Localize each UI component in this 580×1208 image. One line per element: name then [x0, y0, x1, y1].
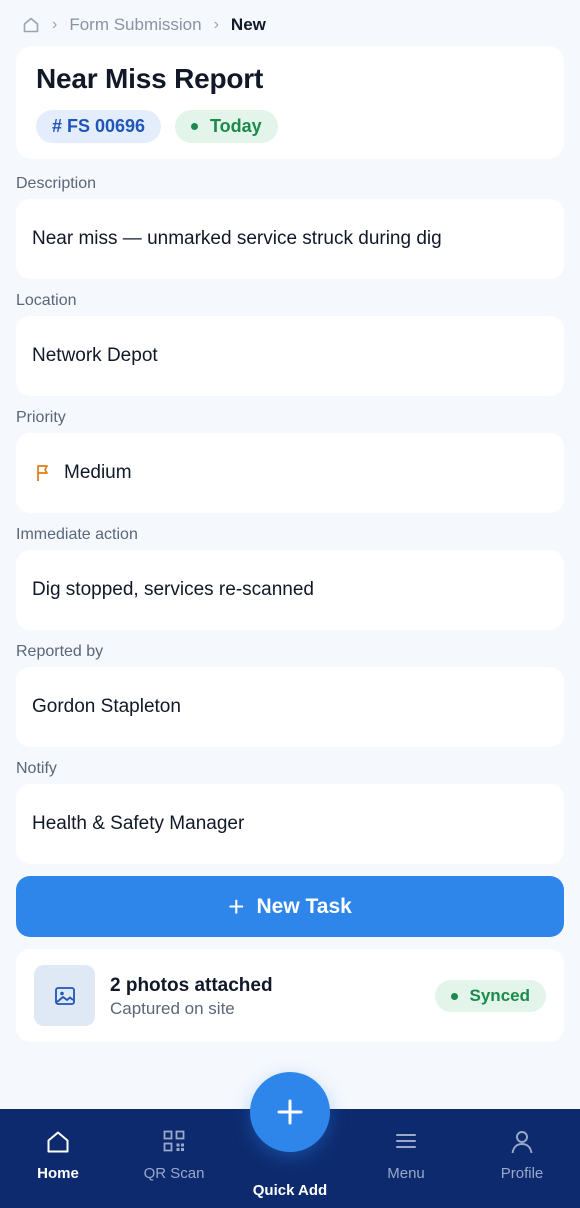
location-value: Network Depot — [32, 345, 158, 366]
description-value: Near miss — unmarked service struck duri… — [32, 228, 442, 249]
reported-by-label: Reported by — [16, 643, 104, 660]
nav-profile-label: Profile — [500, 1165, 544, 1182]
plus-icon: + — [228, 890, 245, 922]
status-dot-icon — [191, 123, 198, 130]
location-label: Location — [16, 292, 77, 309]
menu-icon — [361, 1129, 451, 1155]
new-task-label: New Task — [256, 894, 352, 918]
notify-label: Notify — [16, 760, 57, 777]
report-header-card: Near Miss Report # FS 00696 Today — [16, 46, 564, 159]
location-field[interactable]: Network Depot — [16, 316, 564, 396]
flag-icon — [36, 464, 50, 482]
reported-by-field[interactable]: Gordon Stapleton — [16, 667, 564, 747]
home-icon — [13, 1129, 103, 1155]
immediate-action-field[interactable]: Dig stopped, services re-scanned — [16, 550, 564, 630]
nav-menu[interactable]: Menu — [361, 1129, 451, 1182]
profile-icon — [477, 1129, 567, 1155]
nav-qr-scan[interactable]: QR Scan — [129, 1129, 219, 1182]
photos-card[interactable]: 2 photos attached Captured on site Synce… — [16, 949, 564, 1042]
nav-home-label: Home — [37, 1165, 79, 1182]
chevron-right-icon: › — [213, 16, 219, 33]
photos-subtitle: Captured on site — [110, 999, 235, 1018]
nav-profile[interactable]: Profile — [477, 1129, 567, 1182]
breadcrumb-current: New — [230, 15, 266, 34]
qr-icon — [129, 1129, 219, 1155]
notify-field[interactable]: Health & Safety Manager — [16, 784, 564, 864]
home-icon[interactable] — [22, 16, 40, 34]
nav-home[interactable]: Home — [13, 1129, 103, 1182]
date-badge-label: Today — [210, 116, 262, 136]
photos-title: 2 photos attached — [110, 975, 273, 996]
status-dot-icon — [450, 992, 458, 1000]
new-task-button[interactable]: + New Task — [16, 876, 564, 937]
sync-status-label: Synced — [469, 986, 530, 1005]
page-title: Near Miss Report — [36, 63, 264, 94]
quick-add-label: Quick Add — [252, 1182, 328, 1199]
nav-menu-label: Menu — [387, 1165, 425, 1182]
chevron-right-icon: › — [52, 16, 58, 33]
sync-status-badge: Synced — [434, 980, 546, 1012]
immediate-action-label: Immediate action — [16, 526, 138, 543]
quick-add-button[interactable] — [250, 1072, 330, 1152]
priority-field[interactable]: Medium — [16, 433, 564, 513]
reported-by-value: Gordon Stapleton — [32, 696, 181, 717]
description-field[interactable]: Near miss — unmarked service struck duri… — [16, 199, 564, 279]
description-label: Description — [16, 175, 97, 192]
notify-value: Health & Safety Manager — [32, 813, 245, 834]
priority-value: Medium — [64, 462, 132, 483]
immediate-action-value: Dig stopped, services re-scanned — [32, 579, 314, 600]
breadcrumb: › Form Submission › New — [22, 14, 266, 36]
nav-qr-scan-label: QR Scan — [143, 1165, 205, 1182]
submission-id-badge: # FS 00696 — [36, 110, 162, 143]
date-badge: Today — [175, 110, 278, 143]
priority-label: Priority — [16, 409, 66, 426]
breadcrumb-parent[interactable]: Form Submission — [69, 15, 201, 35]
image-icon — [34, 965, 95, 1026]
plus-icon — [277, 1099, 303, 1125]
